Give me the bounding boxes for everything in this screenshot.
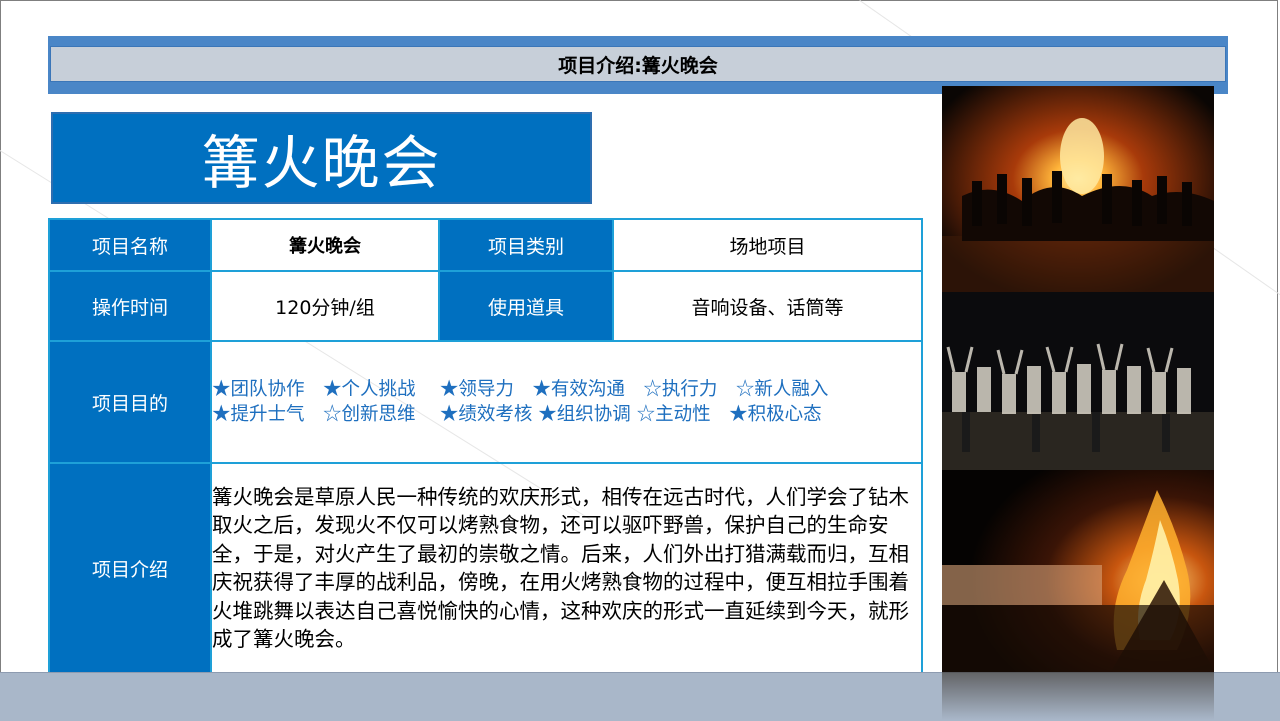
category-label: 项目类别 bbox=[438, 218, 614, 272]
props-label: 使用道具 bbox=[438, 270, 614, 342]
name-value: 篝火晚会 bbox=[210, 218, 440, 272]
table-row: 操作时间 120分钟/组 使用道具 音响设备、话筒等 bbox=[48, 270, 923, 342]
name-label: 项目名称 bbox=[48, 218, 212, 272]
photo-reflection bbox=[942, 672, 1214, 720]
banner-title: 篝火晚会 bbox=[51, 112, 592, 204]
time-value: 120分钟/组 bbox=[210, 270, 440, 342]
table-row: 项目介绍 篝火晚会是草原人民一种传统的欢庆形式，相传在远古时代，人们学会了钻木取… bbox=[48, 462, 923, 674]
table-row: 项目目的 ★团队协作 ★个人挑战 ★领导力 ★有效沟通 ☆执行力 ☆新人融入 ★… bbox=[48, 340, 923, 464]
header-bar: 项目介绍:篝火晚会 bbox=[50, 46, 1226, 82]
campfire-dance-illustration bbox=[942, 86, 1214, 292]
photo-crowd-arms-raised bbox=[942, 292, 1214, 470]
time-value-unit: 分钟/组 bbox=[311, 296, 375, 319]
time-label: 操作时间 bbox=[48, 270, 212, 342]
intro-label: 项目介绍 bbox=[48, 462, 212, 674]
goals-line-1: ★团队协作 ★个人挑战 ★领导力 ★有效沟通 ☆执行力 ☆新人融入 bbox=[212, 379, 829, 400]
photo-campfire-dance-circle bbox=[942, 86, 1214, 292]
time-value-number: 120 bbox=[275, 296, 312, 319]
photo-bonfire-crowd bbox=[942, 470, 1214, 672]
crowd-illustration bbox=[942, 292, 1214, 470]
photo-column bbox=[942, 86, 1214, 672]
intro-text: 篝火晚会是草原人民一种传统的欢庆形式，相传在远古时代，人们学会了钻木取火之后，发… bbox=[210, 462, 923, 674]
table-row: 项目名称 篝火晚会 项目类别 场地项目 bbox=[48, 218, 923, 272]
bonfire-illustration bbox=[942, 470, 1214, 672]
category-value: 场地项目 bbox=[612, 218, 923, 272]
goals-line-2: ★提升士气 ☆创新思维 ★绩效考核 ★组织协调 ☆主动性 ★积极心态 bbox=[212, 404, 822, 425]
goals-label: 项目目的 bbox=[48, 340, 212, 464]
props-value: 音响设备、话筒等 bbox=[612, 270, 923, 342]
page-title: 项目介绍:篝火晚会 bbox=[558, 54, 718, 77]
goals-value: ★团队协作 ★个人挑战 ★领导力 ★有效沟通 ☆执行力 ☆新人融入 ★提升士气 … bbox=[210, 340, 923, 464]
project-info-table: 项目名称 篝火晚会 项目类别 场地项目 操作时间 120分钟/组 使用道具 音响… bbox=[48, 218, 923, 674]
